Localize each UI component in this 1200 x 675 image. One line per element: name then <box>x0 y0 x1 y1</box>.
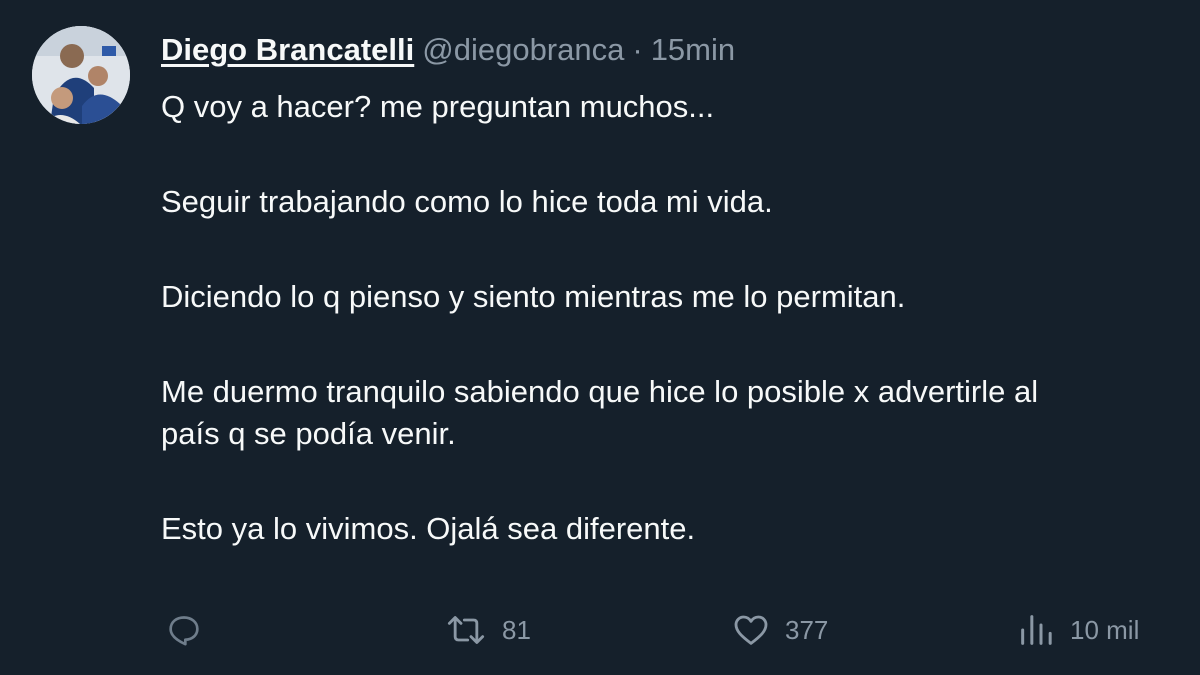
timestamp[interactable]: 15min <box>651 32 735 67</box>
author-handle[interactable]: @diegobranca <box>422 32 624 67</box>
tweet-line: Seguir trabajando como lo hice toda mi v… <box>161 184 773 219</box>
views-count: 10 mil <box>1070 614 1140 645</box>
retweet-count: 81 <box>502 614 531 645</box>
reply-button[interactable] <box>164 608 218 652</box>
reply-icon <box>169 616 199 646</box>
like-count: 377 <box>785 614 829 645</box>
tweet-card[interactable]: Diego Brancatelli @diegobranca · 15min Q vo… <box>0 0 1200 675</box>
heart-icon <box>734 615 768 645</box>
author-name[interactable]: Diego Brancatelli <box>161 32 414 67</box>
action-bar: 81 377 10 mil <box>0 608 1200 652</box>
separator: · <box>632 32 643 67</box>
avatar-image <box>32 26 130 124</box>
tweet-header: Diego Brancatelli @diegobranca · 15min <box>161 30 735 70</box>
views-button[interactable]: 10 mil <box>1016 608 1139 652</box>
avatar[interactable] <box>32 26 130 124</box>
tweet-line: Diciendo lo q pienso y siento mientras m… <box>161 279 906 314</box>
tweet-line: Esto ya lo vivimos. Ojalá sea diferente. <box>161 511 696 546</box>
tweet-line: Q voy a hacer? me preguntan muchos... <box>161 89 715 124</box>
retweet-button[interactable]: 81 <box>444 608 531 652</box>
tweet-line: Me duermo tranquilo sabiendo que hice lo… <box>161 374 1039 409</box>
retweet-icon <box>447 616 485 644</box>
tweet-line: país q se podía venir. <box>161 416 456 451</box>
tweet-text: Q voy a hacer? me preguntan muchos... Se… <box>161 86 1200 550</box>
like-button[interactable]: 377 <box>731 608 828 652</box>
views-icon <box>1021 615 1052 645</box>
